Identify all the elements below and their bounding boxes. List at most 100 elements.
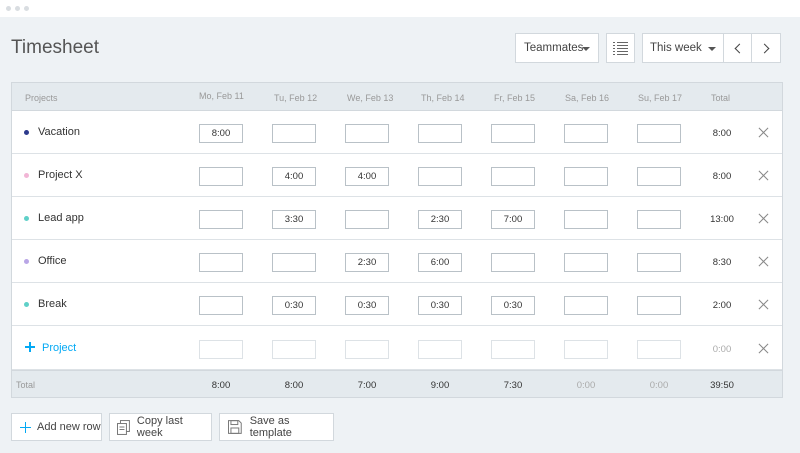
plus-icon[interactable] <box>25 342 35 352</box>
time-cell[interactable]: 0:30 <box>272 296 316 315</box>
plus-icon <box>20 421 31 433</box>
time-cell[interactable]: 2:30 <box>418 210 462 229</box>
save-as-template-button[interactable]: Save as template <box>219 413 334 441</box>
day-column-header: Mo, Feb 11 <box>199 91 244 101</box>
time-cell[interactable] <box>564 296 608 315</box>
project-color-dot <box>24 173 29 178</box>
time-cell[interactable] <box>564 210 608 229</box>
day-column-header: Th, Feb 14 <box>421 93 465 103</box>
save-as-template-label: Save as template <box>249 415 292 439</box>
delete-row-icon[interactable] <box>758 170 769 181</box>
list-icon <box>613 41 628 55</box>
teammates-dropdown[interactable]: Teammates <box>515 33 599 63</box>
time-cell[interactable] <box>637 253 681 272</box>
project-name: Lead app <box>38 212 84 224</box>
add-project-row: Project 0:00 <box>12 327 782 370</box>
footer-total-label: Total <box>16 380 36 390</box>
time-cell[interactable]: 0:30 <box>418 296 462 315</box>
time-cell[interactable] <box>199 253 243 272</box>
time-cell[interactable]: 0:30 <box>491 296 535 315</box>
row-total: 0:00 <box>712 344 732 355</box>
time-cell[interactable] <box>418 340 462 359</box>
table-row: Lead app 3:30 2:30 7:00 13:00 <box>12 197 782 240</box>
project-name: Break <box>38 298 67 310</box>
project-name: Project X <box>38 169 83 181</box>
add-project-link[interactable]: Project <box>42 342 76 354</box>
time-cell[interactable] <box>345 124 389 143</box>
day-total: 8:00 <box>211 380 231 391</box>
time-cell[interactable] <box>418 167 462 186</box>
time-cell[interactable] <box>345 340 389 359</box>
time-cell[interactable]: 6:00 <box>418 253 462 272</box>
time-cell[interactable] <box>637 167 681 186</box>
time-cell[interactable] <box>564 167 608 186</box>
caret-down-icon <box>582 47 590 51</box>
row-total: 8:00 <box>712 171 732 182</box>
project-name: Office <box>38 255 67 267</box>
time-cell[interactable]: 2:30 <box>345 253 389 272</box>
day-total: 0:00 <box>576 380 596 391</box>
time-cell[interactable] <box>637 124 681 143</box>
time-cell[interactable] <box>491 124 535 143</box>
period-dropdown[interactable]: This week <box>642 33 724 63</box>
delete-row-icon[interactable] <box>758 213 769 224</box>
save-icon <box>228 420 242 434</box>
time-cell[interactable] <box>199 340 243 359</box>
delete-row-icon[interactable] <box>758 343 769 354</box>
time-cell[interactable] <box>345 210 389 229</box>
table-header: Projects Mo, Feb 11 Tu, Feb 12 We, Feb 1… <box>12 83 782 111</box>
day-total: 7:00 <box>357 380 377 391</box>
time-cell[interactable] <box>418 124 462 143</box>
chevron-left-icon <box>734 43 744 53</box>
total-column-header: Total <box>711 93 731 103</box>
add-new-row-button[interactable]: Add new row <box>11 413 102 441</box>
time-cell[interactable] <box>491 340 535 359</box>
delete-row-icon[interactable] <box>758 127 769 138</box>
time-cell[interactable]: 7:00 <box>491 210 535 229</box>
table-row: Break 0:30 0:30 0:30 0:30 2:00 <box>12 283 782 326</box>
project-color-dot <box>24 130 29 135</box>
time-cell[interactable] <box>199 210 243 229</box>
delete-row-icon[interactable] <box>758 299 769 310</box>
time-cell[interactable] <box>272 340 316 359</box>
period-label: This week <box>650 42 702 54</box>
time-cell[interactable]: 4:00 <box>272 167 316 186</box>
project-color-dot <box>24 259 29 264</box>
time-cell[interactable] <box>564 340 608 359</box>
time-cell[interactable] <box>491 253 535 272</box>
time-cell[interactable] <box>491 167 535 186</box>
project-name: Vacation <box>38 126 80 138</box>
row-total: 8:00 <box>712 128 732 139</box>
time-cell[interactable]: 3:30 <box>272 210 316 229</box>
time-cell[interactable]: 4:00 <box>345 167 389 186</box>
time-cell[interactable] <box>199 167 243 186</box>
timesheet-table: Projects Mo, Feb 11 Tu, Feb 12 We, Feb 1… <box>11 82 783 398</box>
time-cell[interactable] <box>564 253 608 272</box>
grand-total: 39:50 <box>710 380 734 391</box>
window-dot-icon <box>24 6 29 11</box>
table-row: Project X 4:00 4:00 8:00 <box>12 154 782 197</box>
add-new-row-label: Add new row <box>37 421 101 433</box>
teammates-label: Teammates <box>524 42 584 54</box>
time-cell[interactable] <box>199 296 243 315</box>
time-cell[interactable] <box>637 296 681 315</box>
time-cell[interactable]: 8:00 <box>199 124 243 143</box>
window-titlebar <box>0 0 800 17</box>
copy-icon <box>117 419 130 435</box>
table-row: Office 2:30 6:00 8:30 <box>12 240 782 283</box>
list-view-button[interactable] <box>606 33 635 63</box>
previous-week-button[interactable] <box>723 33 752 63</box>
day-column-header: Fr, Feb 15 <box>494 93 536 103</box>
day-total: 7:30 <box>503 380 523 391</box>
copy-last-week-button[interactable]: Copy last week <box>109 413 212 441</box>
projects-column-header: Projects <box>25 93 58 103</box>
time-cell[interactable] <box>637 340 681 359</box>
time-cell[interactable] <box>637 210 681 229</box>
next-week-button[interactable] <box>751 33 781 63</box>
time-cell[interactable] <box>272 124 316 143</box>
time-cell[interactable]: 0:30 <box>345 296 389 315</box>
time-cell[interactable] <box>564 124 608 143</box>
row-total: 8:30 <box>712 257 732 268</box>
delete-row-icon[interactable] <box>758 256 769 267</box>
time-cell[interactable] <box>272 253 316 272</box>
